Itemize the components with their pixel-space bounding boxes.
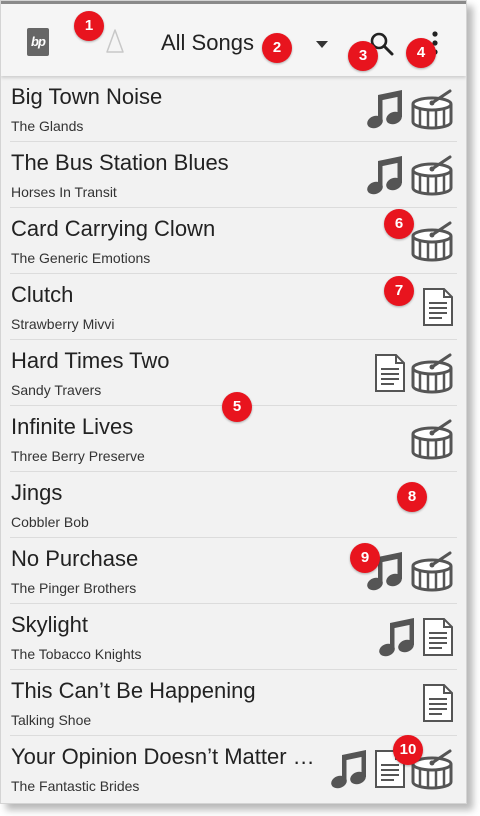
song-artist: The Pinger Brothers xyxy=(11,580,137,596)
callout-badge: 1 xyxy=(74,11,104,41)
callout-badge: 2 xyxy=(262,33,292,63)
lyrics-document-icon[interactable] xyxy=(374,353,406,393)
song-title: Your Opinion Doesn’t Matter … xyxy=(11,744,315,769)
lyrics-document-icon[interactable] xyxy=(422,617,454,657)
song-attachment-icons xyxy=(374,350,454,396)
song-artist: The Glands xyxy=(11,118,84,134)
song-title: Infinite Lives xyxy=(11,414,134,439)
song-attachment-icons xyxy=(378,614,454,660)
song-artist: Horses In Transit xyxy=(11,184,117,200)
song-row[interactable]: The Bus Station Blues Horses In Transit xyxy=(1,142,466,208)
song-attachment-icons xyxy=(410,416,454,462)
callout-badge: 6 xyxy=(384,209,414,239)
song-list: Big Town Noise The Glands The Bus Station … xyxy=(1,76,466,802)
song-attachment-icons xyxy=(410,218,454,264)
drum-icon[interactable] xyxy=(410,153,454,197)
song-attachment-icons xyxy=(422,284,454,330)
song-artist: Three Berry Preserve xyxy=(11,448,145,464)
drum-icon[interactable] xyxy=(410,351,454,395)
song-row[interactable]: Jings Cobbler Bob xyxy=(1,472,466,538)
drum-icon[interactable] xyxy=(410,219,454,263)
app-toolbar: bp All Songs xyxy=(1,1,466,76)
song-title: Hard Times Two xyxy=(11,348,170,373)
music-note-icon[interactable] xyxy=(378,615,418,659)
song-title: Card Carrying Clown xyxy=(11,216,216,241)
song-artist: Sandy Travers xyxy=(11,382,102,398)
app-logo[interactable]: bp xyxy=(27,28,49,56)
song-artist: The Fantastic Brides xyxy=(11,778,140,794)
song-row[interactable]: No Purchase The Pinger Brothers xyxy=(1,538,466,604)
music-note-icon[interactable] xyxy=(330,747,370,791)
song-row[interactable]: Skylight The Tobacco Knights xyxy=(1,604,466,670)
music-note-icon[interactable] xyxy=(366,153,406,197)
dropdown-arrow-icon[interactable] xyxy=(316,41,328,48)
callout-badge: 4 xyxy=(406,38,436,68)
song-title: Skylight xyxy=(11,612,89,637)
song-artist: Strawberry Mivvi xyxy=(11,316,115,332)
song-title: This Can’t Be Happening xyxy=(11,678,256,703)
callout-badge: 8 xyxy=(397,482,427,512)
lyrics-document-icon[interactable] xyxy=(422,287,454,327)
song-row[interactable]: This Can’t Be Happening Talking Shoe xyxy=(1,670,466,736)
callout-badge: 9 xyxy=(350,543,380,573)
song-title: The Bus Station Blues xyxy=(11,150,229,175)
sort-triangle-icon[interactable] xyxy=(105,28,125,54)
song-attachment-icons xyxy=(366,86,454,132)
song-title: Jings xyxy=(11,480,63,505)
song-title: Clutch xyxy=(11,282,74,307)
song-artist: The Tobacco Knights xyxy=(11,646,142,662)
song-artist: The Generic Emotions xyxy=(11,250,151,266)
song-row[interactable]: Big Town Noise The Glands xyxy=(1,76,466,142)
music-note-icon[interactable] xyxy=(366,87,406,131)
song-attachment-icons xyxy=(422,680,454,726)
drum-icon[interactable] xyxy=(410,417,454,461)
lyrics-document-icon[interactable] xyxy=(422,683,454,723)
list-title: All Songs xyxy=(161,30,254,55)
song-list-dropdown[interactable]: All Songs xyxy=(161,30,254,56)
callout-badge: 3 xyxy=(348,41,378,71)
drum-icon[interactable] xyxy=(410,549,454,593)
drum-icon[interactable] xyxy=(410,87,454,131)
song-artist: Talking Shoe xyxy=(11,712,92,728)
song-attachment-icons xyxy=(366,152,454,198)
callout-badge: 10 xyxy=(393,735,423,765)
callout-badge: 7 xyxy=(384,276,414,306)
song-title: No Purchase xyxy=(11,546,139,571)
song-artist: Cobbler Bob xyxy=(11,514,89,530)
callout-badge: 5 xyxy=(222,392,252,422)
song-title: Big Town Noise xyxy=(11,84,163,109)
song-attachment-icons xyxy=(330,746,454,792)
